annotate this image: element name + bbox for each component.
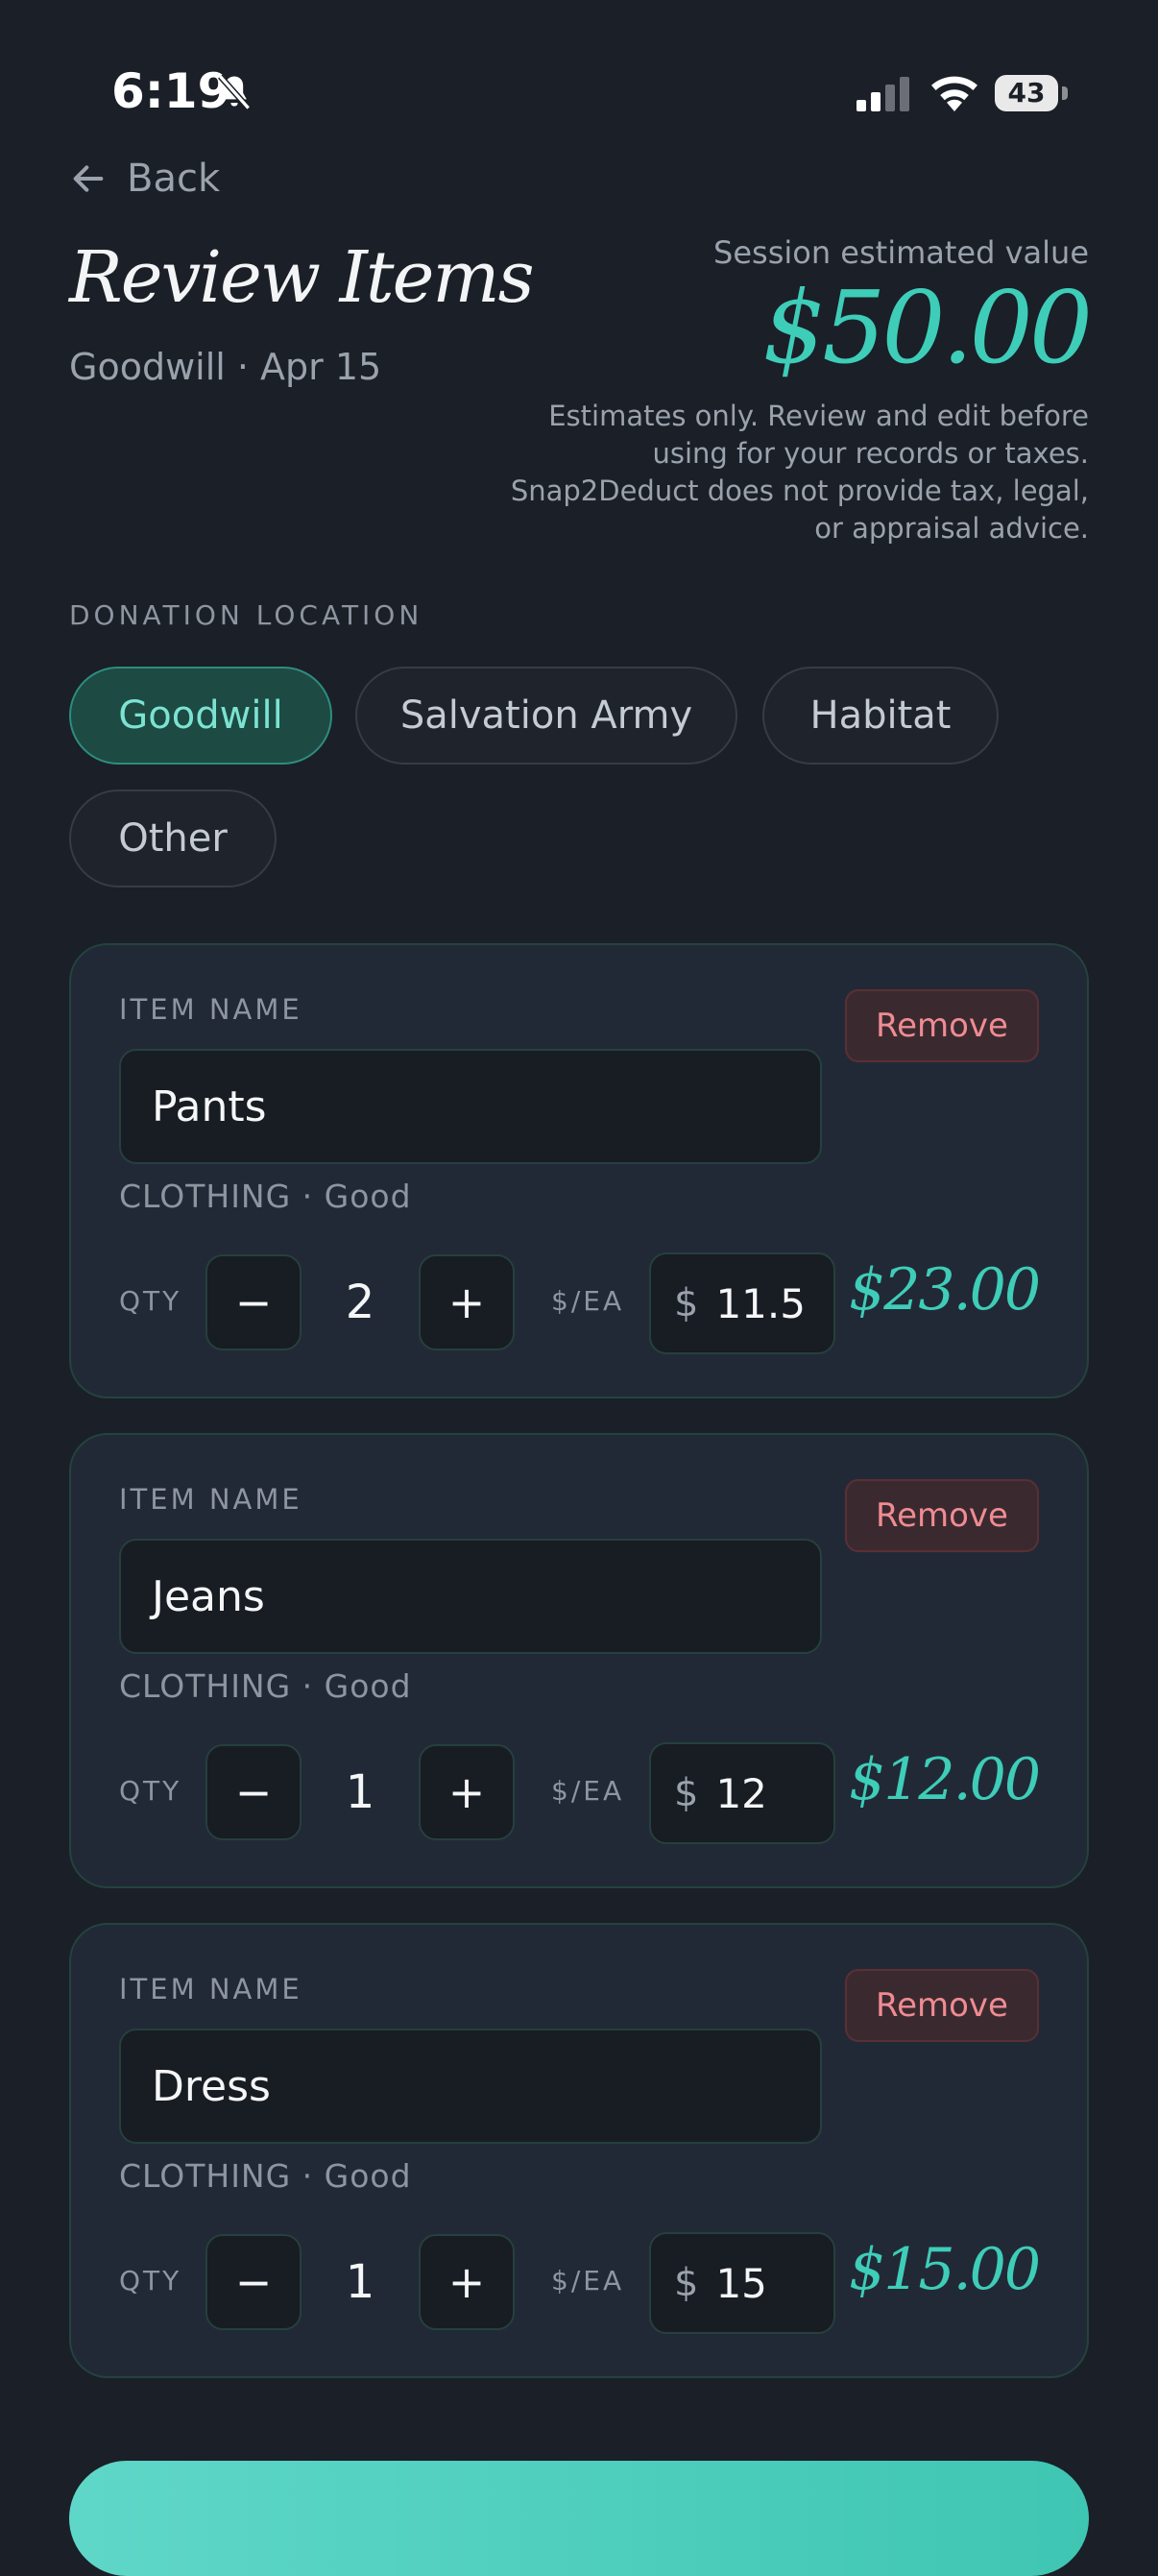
- estimate-label: Session estimated value: [713, 234, 1089, 271]
- currency-symbol: $: [674, 1281, 699, 1325]
- qty-decrement-button[interactable]: −: [205, 1254, 302, 1350]
- qty-increment-button[interactable]: +: [419, 1254, 515, 1350]
- item-line-total: $15.00: [849, 2236, 1041, 2303]
- item-name-input[interactable]: Jeans: [119, 1539, 822, 1654]
- location-chip-goodwill[interactable]: Goodwill: [69, 667, 332, 765]
- item-name-input[interactable]: Pants: [119, 1049, 822, 1164]
- qty-increment-button[interactable]: +: [419, 2234, 515, 2330]
- primary-action-button[interactable]: [69, 2461, 1089, 2576]
- item-name-label: ITEM NAME: [119, 1483, 302, 1516]
- estimate-value: $50.00: [762, 269, 1093, 386]
- qty-value: 1: [345, 1765, 375, 1819]
- item-name-label: ITEM NAME: [119, 1973, 302, 2005]
- qty-decrement-button[interactable]: −: [205, 2234, 302, 2330]
- page-subtitle: Goodwill · Apr 15: [69, 346, 382, 388]
- remove-button[interactable]: Remove: [845, 1969, 1039, 2042]
- back-button[interactable]: Back: [69, 150, 220, 207]
- qty-value: 1: [345, 2255, 375, 2309]
- item-card: ITEM NAME Remove Pants CLOTHING · Good Q…: [69, 943, 1089, 1398]
- remove-button[interactable]: Remove: [845, 989, 1039, 1062]
- item-name-input[interactable]: Dress: [119, 2029, 822, 2144]
- currency-symbol: $: [674, 1771, 699, 1815]
- item-line-total: $23.00: [849, 1256, 1041, 1324]
- page-title: Review Items: [69, 236, 535, 319]
- price-each-label: $/EA: [551, 1775, 625, 1807]
- price-each-input[interactable]: $ 15: [649, 2232, 835, 2334]
- item-category-condition: CLOTHING · Good: [119, 1178, 412, 1215]
- location-chip-salvation-army[interactable]: Salvation Army: [355, 667, 737, 765]
- qty-label: QTY: [119, 1775, 182, 1807]
- price-each-value: 15: [715, 2259, 767, 2307]
- battery-tip: [1062, 86, 1068, 100]
- qty-value: 2: [345, 1276, 375, 1329]
- qty-label: QTY: [119, 1285, 182, 1317]
- item-name-label: ITEM NAME: [119, 993, 302, 1026]
- location-chip-other[interactable]: Other: [69, 790, 277, 887]
- cellular-signal-icon: [856, 77, 909, 111]
- price-each-label: $/EA: [551, 1285, 625, 1317]
- item-card: ITEM NAME Remove Jeans CLOTHING · Good Q…: [69, 1433, 1089, 1888]
- item-card: ITEM NAME Remove Dress CLOTHING · Good Q…: [69, 1923, 1089, 2378]
- currency-symbol: $: [674, 2261, 699, 2305]
- disclaimer-text: Estimates only. Review and edit before u…: [510, 400, 1089, 545]
- price-each-value: 12: [715, 1769, 767, 1817]
- price-each-input[interactable]: $ 11.5: [649, 1252, 835, 1354]
- item-category-condition: CLOTHING · Good: [119, 1667, 412, 1705]
- battery-icon: 43: [995, 75, 1058, 111]
- location-chip-habitat[interactable]: Habitat: [762, 667, 999, 765]
- item-line-total: $12.00: [849, 1746, 1041, 1813]
- qty-label: QTY: [119, 2265, 182, 2297]
- qty-increment-button[interactable]: +: [419, 1744, 515, 1840]
- price-each-input[interactable]: $ 12: [649, 1742, 835, 1844]
- status-bar: 6:19 43: [0, 0, 1158, 144]
- price-each-label: $/EA: [551, 2265, 625, 2297]
- price-each-value: 11.5: [715, 1279, 806, 1327]
- arrow-left-icon: [73, 165, 104, 192]
- item-category-condition: CLOTHING · Good: [119, 2157, 412, 2195]
- qty-decrement-button[interactable]: −: [205, 1744, 302, 1840]
- wifi-icon: [931, 76, 977, 111]
- donation-location-label: DONATION LOCATION: [69, 599, 423, 631]
- bell-slash-icon: [218, 74, 251, 110]
- back-label: Back: [127, 157, 221, 201]
- remove-button[interactable]: Remove: [845, 1479, 1039, 1552]
